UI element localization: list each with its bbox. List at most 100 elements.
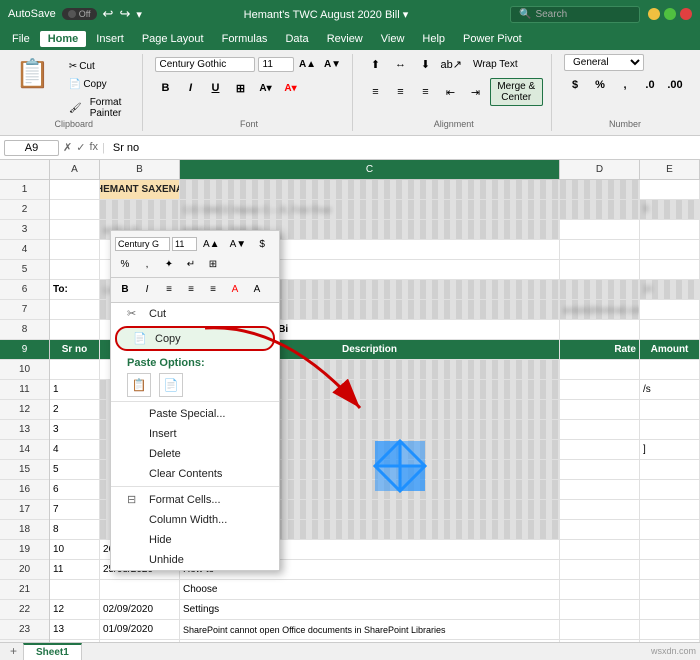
cell-a16[interactable]: 6 <box>50 480 100 499</box>
col-header-d[interactable]: D <box>560 160 640 179</box>
cell-a20[interactable]: 11 <box>50 560 100 579</box>
cell-e22[interactable] <box>640 600 700 619</box>
cell-b1[interactable]: HEMANT SAXENA <box>100 180 180 199</box>
cell-d6[interactable] <box>560 280 640 299</box>
ctx-paste-special[interactable]: Paste Special... <box>111 404 279 424</box>
cell-c22[interactable]: Settings <box>180 600 560 619</box>
ctx-copy[interactable]: 📄 Copy <box>115 326 275 351</box>
cell-e13[interactable] <box>640 420 700 439</box>
mini-font-input[interactable] <box>115 237 170 251</box>
row-num-8[interactable]: 8 <box>0 320 49 340</box>
font-color-button[interactable]: A▾ <box>280 78 302 98</box>
align-right-button[interactable]: ≡ <box>415 82 437 102</box>
border-button[interactable]: ⊞ <box>230 78 252 98</box>
mini-font-color[interactable]: A <box>225 280 245 298</box>
cell-d14[interactable] <box>560 440 640 459</box>
sheet-tab-sheet1[interactable]: Sheet1 <box>23 643 82 660</box>
row-num-9[interactable]: 9 <box>0 340 49 360</box>
cell-a13[interactable]: 3 <box>50 420 100 439</box>
cell-e11[interactable]: /s <box>640 380 700 399</box>
cell-d3[interactable] <box>560 220 640 239</box>
cell-e16[interactable] <box>640 480 700 499</box>
search-box[interactable]: 🔍 Search <box>510 6 640 23</box>
align-center-button[interactable]: ≡ <box>390 82 412 102</box>
ctx-unhide[interactable]: Unhide <box>111 550 279 570</box>
cell-d16[interactable] <box>560 480 640 499</box>
align-top-button[interactable]: ⬆ <box>365 54 387 74</box>
mini-wrap[interactable]: ↵ <box>181 255 201 273</box>
menu-help[interactable]: Help <box>414 31 453 47</box>
cell-a10[interactable] <box>50 360 100 379</box>
cell-c2[interactable]: C/O SIMCE Madan C— B, First Floor <box>180 200 560 219</box>
copy-button[interactable]: 📄 Copy <box>63 76 134 93</box>
cell-d21[interactable] <box>560 580 640 599</box>
decrease-indent-button[interactable]: ⇤ <box>440 82 462 102</box>
row-num-15[interactable]: 15 <box>0 460 49 480</box>
increase-font-button[interactable]: A▲ <box>297 54 319 74</box>
col-header-c[interactable]: C <box>180 160 560 179</box>
bold-button[interactable]: B <box>155 78 177 98</box>
number-format-select[interactable]: General Number Currency <box>564 54 644 71</box>
cell-a4[interactable] <box>50 240 100 259</box>
cell-a15[interactable]: 5 <box>50 460 100 479</box>
ctx-delete[interactable]: Delete <box>111 444 279 464</box>
mini-italic[interactable]: I <box>137 280 157 298</box>
cell-b24[interactable]: 31/08/2020 <box>100 640 180 642</box>
mini-separator-sym[interactable]: , <box>137 255 157 273</box>
maximize-button[interactable] <box>664 8 676 20</box>
cell-a7[interactable] <box>50 300 100 319</box>
paste-icon-2[interactable]: 📄 <box>159 373 183 397</box>
align-bottom-button[interactable]: ⬇ <box>415 54 437 74</box>
comma-button[interactable]: , <box>614 75 636 95</box>
insert-function-icon[interactable]: fx <box>89 141 98 154</box>
row-num-12[interactable]: 12 <box>0 400 49 420</box>
cell-d8[interactable] <box>560 320 640 339</box>
row-num-16[interactable]: 16 <box>0 480 49 500</box>
cell-d20[interactable] <box>560 560 640 579</box>
row-num-5[interactable]: 5 <box>0 260 49 280</box>
cell-d5[interactable] <box>560 260 640 279</box>
cell-b21[interactable] <box>100 580 180 599</box>
row-num-14[interactable]: 14 <box>0 440 49 460</box>
cell-a23[interactable]: 13 <box>50 620 100 639</box>
menu-data[interactable]: Data <box>277 31 316 47</box>
font-size-input[interactable] <box>258 57 294 72</box>
cell-e10[interactable] <box>640 360 700 379</box>
cell-a12[interactable]: 2 <box>50 400 100 419</box>
row-num-1[interactable]: 1 <box>0 180 49 200</box>
row-num-22[interactable]: 22 <box>0 600 49 620</box>
col-header-b[interactable]: B <box>100 160 180 179</box>
cell-e1[interactable] <box>640 180 700 199</box>
row-num-10[interactable]: 10 <box>0 360 49 380</box>
cell-b2[interactable] <box>100 200 180 219</box>
mini-bold[interactable]: B <box>115 280 135 298</box>
cell-d17[interactable] <box>560 500 640 519</box>
cell-a14[interactable]: 4 <box>50 440 100 459</box>
cell-e21[interactable] <box>640 580 700 599</box>
cell-e2[interactable]: 9 <box>640 200 700 219</box>
menu-review[interactable]: Review <box>319 31 371 47</box>
menu-formulas[interactable]: Formulas <box>214 31 276 47</box>
fill-color-button[interactable]: A▾ <box>255 78 277 98</box>
cell-a24[interactable]: 14 <box>50 640 100 642</box>
row-num-23[interactable]: 23 <box>0 620 49 640</box>
cell-c21[interactable]: Choose <box>180 580 560 599</box>
menu-file[interactable]: File <box>4 31 38 47</box>
cell-d19[interactable] <box>560 540 640 559</box>
cell-a19[interactable]: 10 <box>50 540 100 559</box>
cell-d9[interactable]: Rate <box>560 340 640 359</box>
col-header-e[interactable]: E <box>640 160 700 179</box>
ctx-column-width[interactable]: Column Width... <box>111 510 279 530</box>
row-num-2[interactable]: 2 <box>0 200 49 220</box>
ctx-hide[interactable]: Hide <box>111 530 279 550</box>
cell-a2[interactable] <box>50 200 100 219</box>
merge-center-button[interactable]: Merge & Center <box>490 78 544 106</box>
row-num-17[interactable]: 17 <box>0 500 49 520</box>
cell-e8[interactable] <box>640 320 700 339</box>
mini-align-center[interactable]: ≡ <box>181 280 201 298</box>
mini-increase-font[interactable]: A▲ <box>199 235 224 253</box>
mini-border[interactable]: ⊞ <box>203 255 223 273</box>
quick-access-icon[interactable]: ▾ <box>136 8 142 21</box>
cell-d11[interactable] <box>560 380 640 399</box>
cell-e6[interactable]: )4 <box>640 280 700 299</box>
